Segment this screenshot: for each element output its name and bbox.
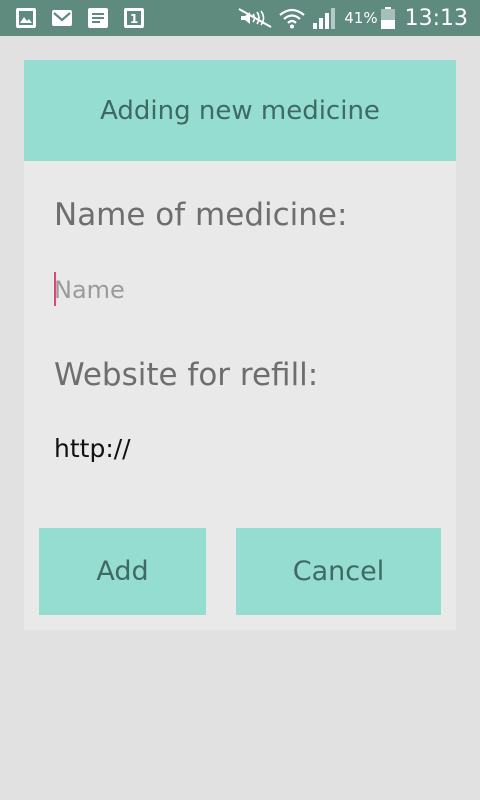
website-input[interactable]: http:// [54, 434, 131, 463]
text-cursor [54, 272, 56, 306]
notification-area: 1 [16, 8, 160, 28]
battery-icon [380, 7, 395, 29]
clock: 13:13 [404, 5, 468, 31]
name-input[interactable] [54, 270, 426, 310]
name-label: Name of medicine: [54, 197, 348, 233]
document-icon [88, 8, 108, 28]
add-button[interactable]: Add [39, 528, 206, 615]
gallery-icon [16, 8, 36, 28]
cancel-button[interactable]: Cancel [236, 528, 441, 615]
add-medicine-dialog: Adding new medicine Name of medicine: We… [24, 60, 456, 630]
dialog-header: Adding new medicine [24, 60, 456, 161]
name-field[interactable] [54, 270, 426, 310]
mute-icon [238, 8, 272, 28]
mail-icon [52, 10, 72, 26]
status-bar: 1 41% 13:13 [0, 0, 480, 36]
wifi-icon [279, 8, 305, 29]
system-status-area: 41% 13:13 [238, 0, 468, 36]
calendar-day: 1 [130, 12, 138, 26]
website-label: Website for refill: [54, 357, 319, 393]
battery-percentage: 41% [344, 9, 378, 27]
signal-icon [313, 8, 336, 29]
dialog-title: Adding new medicine [100, 95, 380, 126]
calendar-icon: 1 [124, 8, 144, 28]
